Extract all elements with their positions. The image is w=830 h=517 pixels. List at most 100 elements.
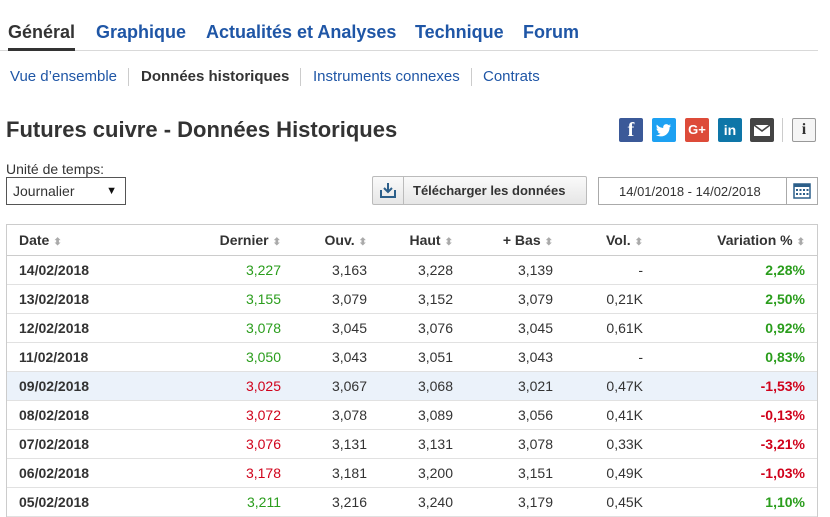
cell-variation: 0,92% — [643, 313, 817, 343]
cell-bas: 3,079 — [453, 284, 553, 314]
cell-haut: 3,152 — [367, 284, 453, 314]
page-title: Futures cuivre - Données Historiques — [6, 117, 398, 142]
cell-vol: - — [553, 342, 643, 372]
subtab-instruments-connexes[interactable]: Instruments connexes — [313, 68, 460, 85]
cell-vol: 0,21K — [553, 284, 643, 314]
date-range-picker[interactable]: 14/01/2018 - 14/02/2018 — [598, 177, 818, 205]
cell-ouv: 3,181 — [281, 458, 367, 488]
download-icon — [373, 177, 404, 204]
sort-icon: ⬍ — [634, 237, 643, 248]
cell-date: 14/02/2018 — [7, 255, 121, 285]
table-header-row: Date ⬍ Dernier ⬍ Ouv. ⬍ Haut ⬍ + Bas ⬍ Vol. ⬍ … — [7, 225, 817, 256]
cell-ouv: 3,078 — [281, 400, 367, 430]
cell-variation: -1,03% — [643, 458, 817, 488]
twitter-icon[interactable] — [652, 118, 676, 142]
cell-variation: 2,50% — [643, 284, 817, 314]
cell-date: 12/02/2018 — [7, 313, 121, 343]
tab-technique[interactable]: Technique — [415, 22, 504, 43]
subtab-divider — [471, 68, 472, 86]
google-plus-icon[interactable]: G+ — [685, 118, 709, 142]
cell-date: 08/02/2018 — [7, 400, 121, 430]
email-icon[interactable] — [750, 118, 774, 142]
cell-bas: 3,179 — [453, 487, 553, 517]
cell-haut: 3,089 — [367, 400, 453, 430]
info-button[interactable]: i — [792, 118, 816, 142]
header-label: Dernier — [219, 232, 269, 248]
cell-date: 07/02/2018 — [7, 429, 121, 459]
cell-vol: 0,49K — [553, 458, 643, 488]
subtab-divider — [300, 68, 301, 86]
column-header-haut[interactable]: Haut ⬍ — [367, 225, 453, 256]
cell-ouv: 3,079 — [281, 284, 367, 314]
column-header-date[interactable]: Date ⬍ — [7, 225, 121, 256]
sort-icon: ⬍ — [544, 237, 553, 248]
cell-variation: -1,53% — [643, 371, 817, 401]
cell-bas: 3,045 — [453, 313, 553, 343]
column-header-vol[interactable]: Vol. ⬍ — [553, 225, 643, 256]
cell-dernier: 3,078 — [121, 313, 281, 343]
header-label: Date — [19, 232, 50, 248]
column-header-variation[interactable]: Variation % ⬍ — [643, 225, 817, 256]
cell-dernier: 3,025 — [121, 371, 281, 401]
header-label: + Bas — [502, 232, 541, 248]
cell-variation: 1,10% — [643, 487, 817, 517]
date-range-value: 14/01/2018 - 14/02/2018 — [619, 184, 761, 199]
cell-bas: 3,151 — [453, 458, 553, 488]
tab-actualites-analyses[interactable]: Actualités et Analyses — [206, 22, 396, 43]
cell-variation: 0,83% — [643, 342, 817, 372]
timeframe-value: Journalier — [13, 183, 75, 199]
tab-general[interactable]: Général — [8, 22, 76, 51]
subtab-contrats[interactable]: Contrats — [483, 68, 540, 85]
cell-ouv: 3,216 — [281, 487, 367, 517]
cell-ouv: 3,043 — [281, 342, 367, 372]
cell-bas: 3,139 — [453, 255, 553, 285]
info-icon: i — [801, 121, 807, 138]
cell-dernier: 3,227 — [121, 255, 281, 285]
cell-haut: 3,076 — [367, 313, 453, 343]
facebook-icon[interactable]: f — [619, 118, 643, 142]
cell-variation: 2,28% — [643, 255, 817, 285]
cell-dernier: 3,178 — [121, 458, 281, 488]
column-header-dernier[interactable]: Dernier ⬍ — [121, 225, 281, 256]
cell-vol: 0,41K — [553, 400, 643, 430]
tab-forum[interactable]: Forum — [523, 22, 579, 43]
timeframe-label: Unité de temps: — [6, 161, 105, 177]
calendar-icon[interactable] — [786, 178, 817, 204]
cell-bas: 3,021 — [453, 371, 553, 401]
subtab-vue-ensemble[interactable]: Vue d’ensemble — [10, 68, 117, 85]
cell-dernier: 3,076 — [121, 429, 281, 459]
table-row: 09/02/2018 3,025 3,067 3,068 3,021 0,47K -1,53… — [7, 371, 817, 401]
cell-haut: 3,200 — [367, 458, 453, 488]
table-row: 05/02/2018 3,211 3,216 3,240 3,179 0,45K 1,10% — [7, 487, 817, 517]
cell-bas: 3,078 — [453, 429, 553, 459]
cell-haut: 3,131 — [367, 429, 453, 459]
column-header-ouv[interactable]: Ouv. ⬍ — [281, 225, 367, 256]
sort-icon: ⬍ — [358, 237, 367, 248]
cell-date: 13/02/2018 — [7, 284, 121, 314]
cell-dernier: 3,050 — [121, 342, 281, 372]
table-row: 13/02/2018 3,155 3,079 3,152 3,079 0,21K 2,50% — [7, 284, 817, 314]
timeframe-select[interactable]: Journalier ▼ — [6, 177, 126, 205]
cell-vol: 0,45K — [553, 487, 643, 517]
cell-ouv: 3,163 — [281, 255, 367, 285]
cell-ouv: 3,067 — [281, 371, 367, 401]
cell-bas: 3,043 — [453, 342, 553, 372]
cell-vol: 0,61K — [553, 313, 643, 343]
header-label: Ouv. — [324, 232, 355, 248]
cell-vol: 0,47K — [553, 371, 643, 401]
table-row: 06/02/2018 3,178 3,181 3,200 3,151 0,49K -1,03… — [7, 458, 817, 488]
tab-graphique[interactable]: Graphique — [96, 22, 186, 43]
download-data-button[interactable]: Télécharger les données — [372, 176, 587, 205]
column-header-bas[interactable]: + Bas ⬍ — [453, 225, 553, 256]
cell-variation: -3,21% — [643, 429, 817, 459]
cell-dernier: 3,155 — [121, 284, 281, 314]
subtab-donnees-historiques[interactable]: Données historiques — [141, 68, 289, 85]
cell-date: 11/02/2018 — [7, 342, 121, 372]
sort-icon: ⬍ — [444, 237, 453, 248]
header-label: Variation % — [717, 232, 793, 248]
linkedin-icon[interactable]: in — [718, 118, 742, 142]
download-label: Télécharger les données — [413, 183, 566, 198]
cell-ouv: 3,045 — [281, 313, 367, 343]
historical-data-table: Date ⬍ Dernier ⬍ Ouv. ⬍ Haut ⬍ + Bas ⬍ Vol. ⬍ … — [6, 224, 818, 517]
cell-dernier: 3,211 — [121, 487, 281, 517]
